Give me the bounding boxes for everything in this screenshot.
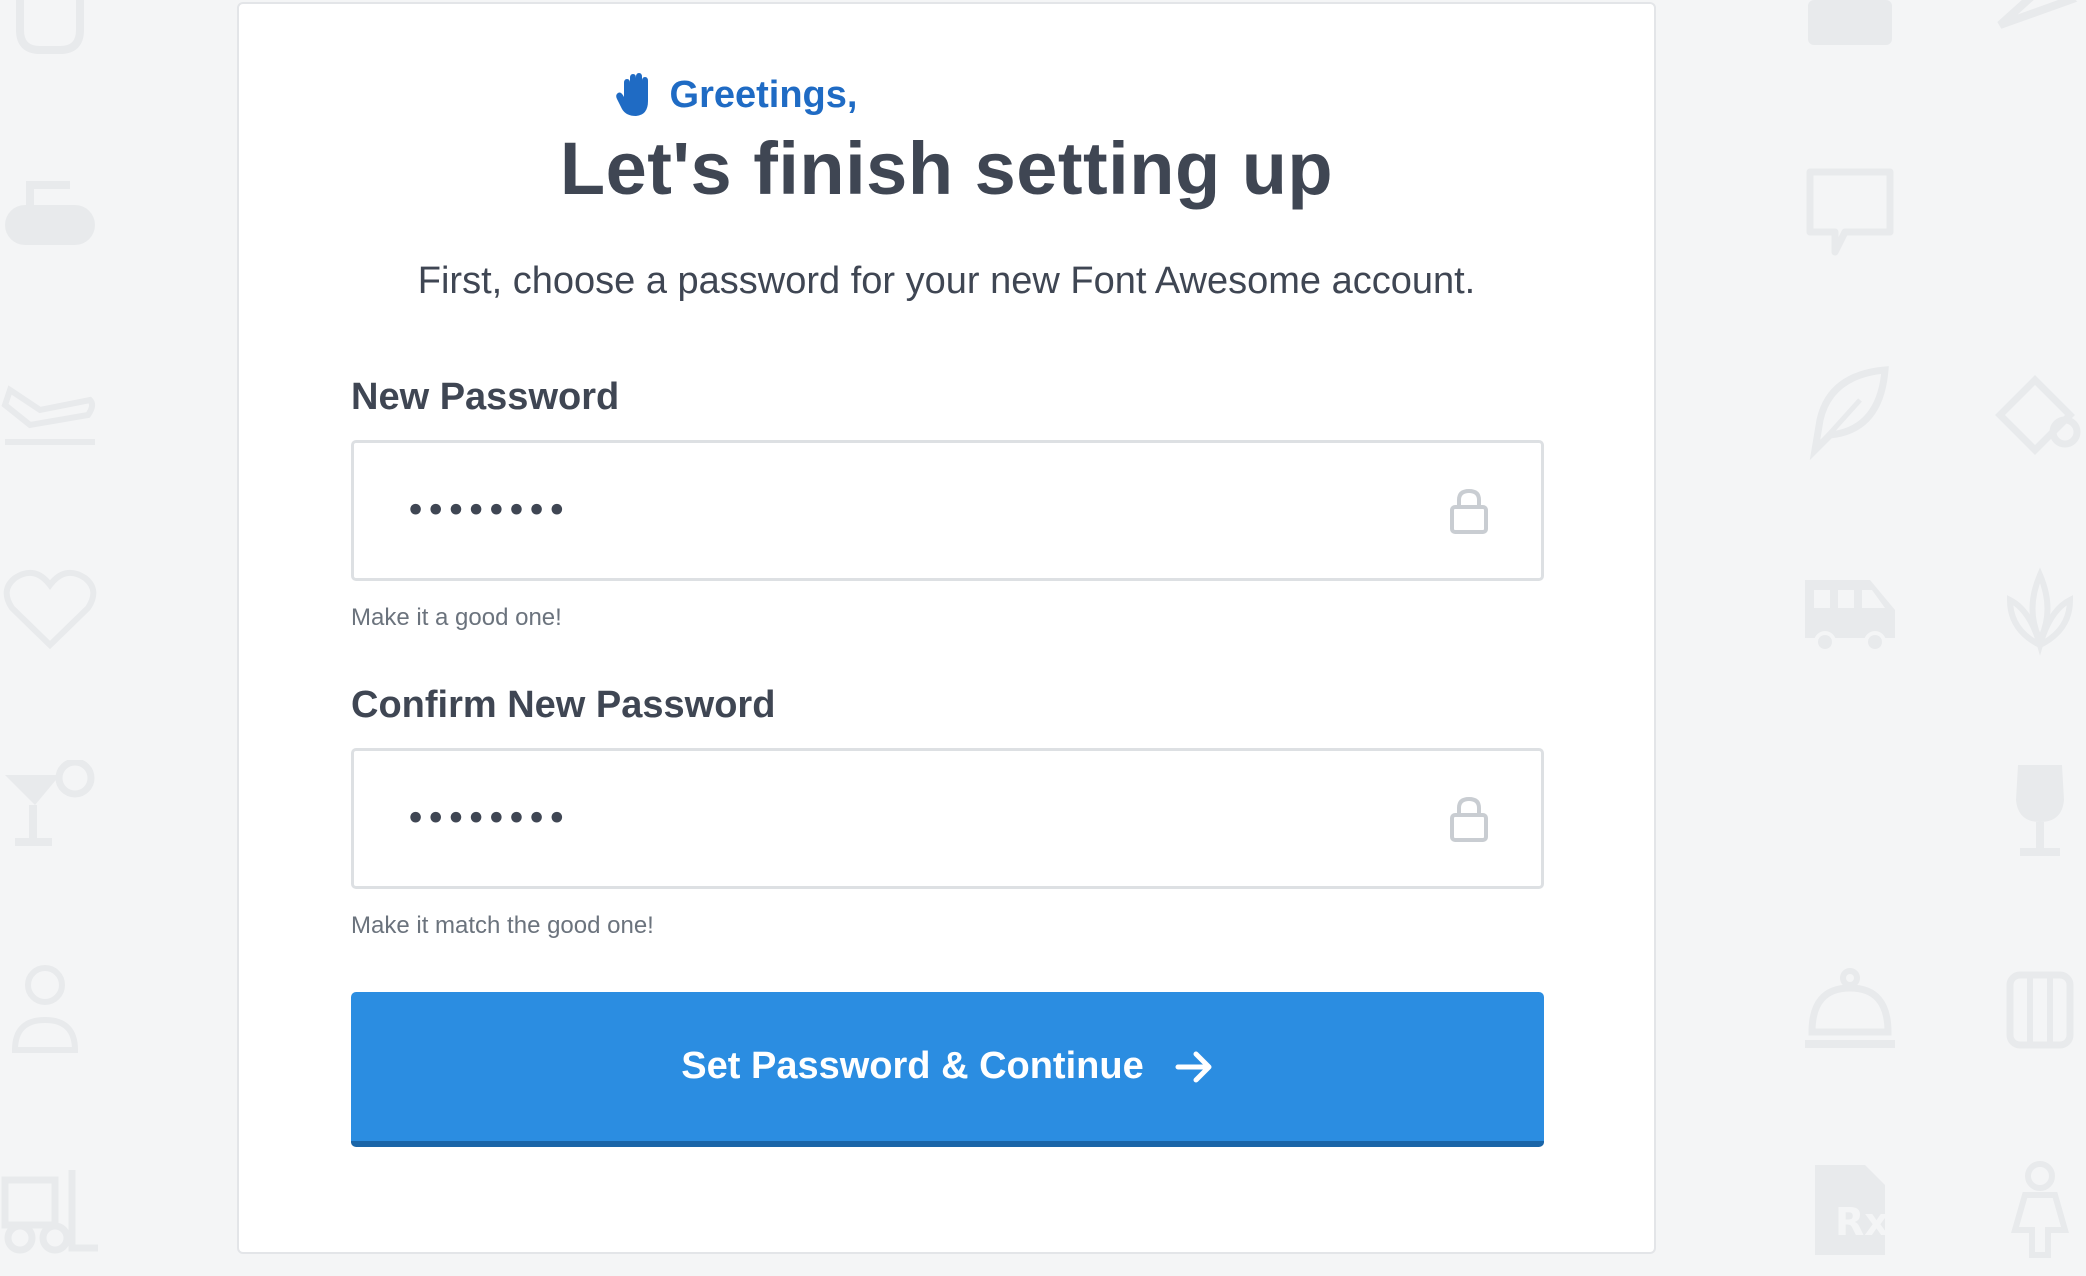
lock-icon bbox=[1449, 487, 1489, 535]
shuttle-van-icon bbox=[1800, 560, 1900, 660]
page-title: Let's finish setting up bbox=[559, 127, 1334, 210]
pallet-icon bbox=[1990, 960, 2086, 1060]
heartbeat-icon bbox=[0, 560, 100, 660]
svg-text:Rx: Rx bbox=[1835, 1200, 1889, 1244]
user-child-icon bbox=[0, 960, 100, 1060]
greeting-text: Greetings, bbox=[669, 74, 858, 116]
hotel-bell-icon bbox=[1800, 960, 1900, 1060]
new-password-field[interactable] bbox=[351, 440, 1544, 581]
confirm-password-label: Confirm New Password bbox=[351, 684, 776, 726]
arrow-right-icon bbox=[1174, 1047, 1214, 1087]
hand-paper-icon bbox=[615, 73, 656, 117]
new-password-input[interactable] bbox=[404, 492, 1308, 529]
spa-icon bbox=[1990, 560, 2086, 660]
ticket-icon bbox=[1800, 0, 1900, 60]
mug-icon bbox=[0, 0, 100, 70]
confirm-password-field[interactable] bbox=[351, 748, 1544, 889]
forklift-icon bbox=[0, 1160, 100, 1260]
curling-icon bbox=[0, 160, 100, 260]
submit-button-label: Set Password & Continue bbox=[681, 1045, 1144, 1087]
female-icon bbox=[1990, 1160, 2086, 1260]
greeting: Greetings, bbox=[239, 70, 1654, 120]
comment-icon bbox=[1800, 160, 1900, 260]
page-subtitle: First, choose a password for your new Fo… bbox=[417, 260, 1476, 302]
new-password-label: New Password bbox=[351, 376, 620, 418]
set-password-continue-button[interactable]: Set Password & Continue bbox=[351, 992, 1544, 1147]
wine-glass-icon bbox=[1990, 760, 2086, 860]
new-password-help: Make it a good one! bbox=[351, 604, 562, 631]
plane-landing-icon bbox=[0, 360, 100, 460]
confirm-password-help: Make it match the good one! bbox=[351, 912, 654, 939]
seedling-icon bbox=[1990, 360, 2086, 460]
redacted-email bbox=[883, 81, 1294, 117]
cocktail-icon bbox=[0, 760, 100, 860]
carrot-icon bbox=[1990, 0, 2086, 70]
lock-icon bbox=[1449, 795, 1489, 843]
setup-card: Greetings, Let's finish setting up First… bbox=[237, 2, 1656, 1254]
feather-icon bbox=[1800, 360, 1900, 460]
confirm-password-input[interactable] bbox=[404, 800, 1308, 837]
file-prescription-icon: Rx bbox=[1800, 1160, 1900, 1260]
